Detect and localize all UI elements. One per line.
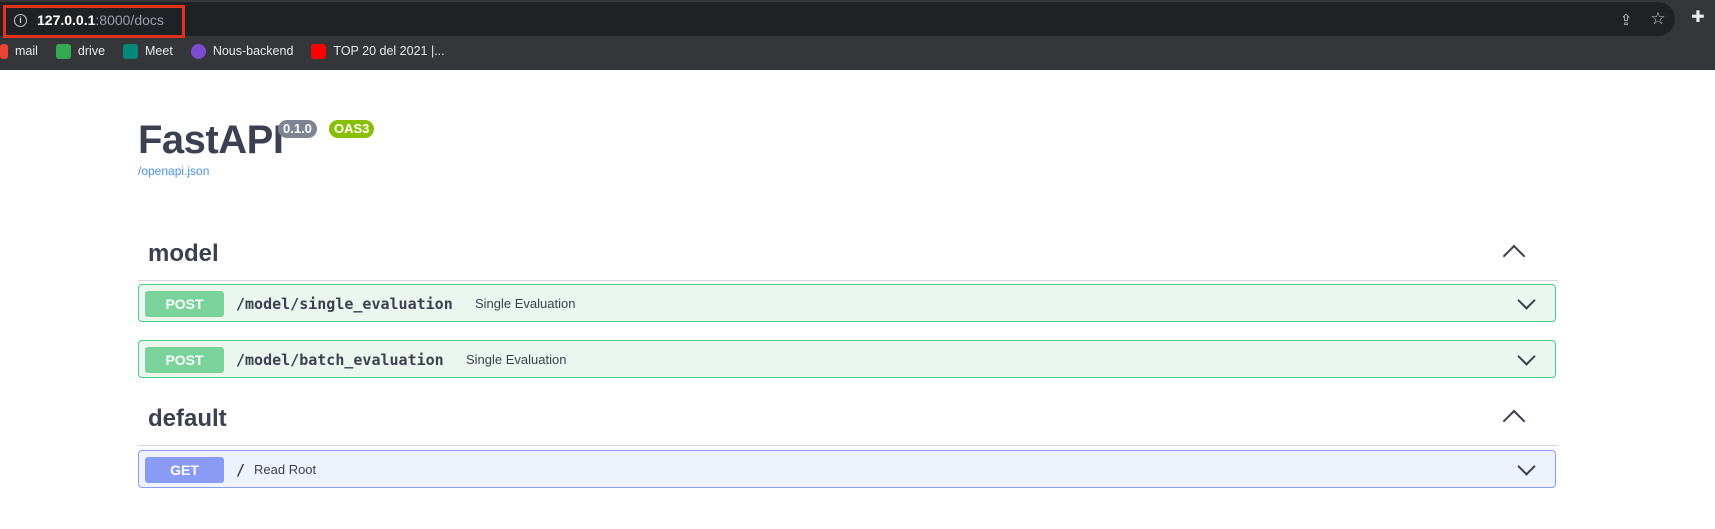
section-model: model POST /model/single_evaluation Sing… (138, 228, 1558, 378)
youtube-icon (311, 43, 327, 59)
operation-path: / (236, 461, 246, 479)
bookmark-label: Meet (145, 44, 173, 58)
operation-get-root[interactable]: GET / Read Root (138, 450, 1556, 488)
api-title: FastAPI (138, 118, 284, 162)
operation-summary: Single Evaluation (466, 352, 567, 367)
meet-icon (123, 43, 139, 59)
operation-path: /model/batch_evaluation (236, 351, 444, 369)
bookmarks-bar: mail drive Meet Nous-backend TOP 20 del … (0, 38, 463, 64)
url-host: 127.0.0.1 (37, 12, 96, 28)
bookmark-label: mail (15, 44, 38, 58)
operation-post-single-evaluation[interactable]: POST /model/single_evaluation Single Eva… (138, 284, 1556, 322)
url-text[interactable]: 127.0.0.1:8000/docs (37, 12, 164, 28)
chevron-up-icon[interactable] (1502, 244, 1526, 268)
bookmark-nous-backend[interactable]: Nous-backend (190, 43, 294, 59)
info-icon[interactable]: i (14, 14, 27, 27)
version-badge: 0.1.0 (278, 120, 317, 138)
operation-summary: Single Evaluation (475, 296, 576, 311)
address-bar[interactable]: i 127.0.0.1:8000/docs ⇪ ☆ (0, 2, 1675, 38)
bookmark-label: TOP 20 del 2021 |... (333, 44, 445, 58)
bookmark-mail[interactable]: mail (0, 43, 38, 59)
method-badge: GET (145, 457, 224, 483)
oas-badge: OAS3 (329, 120, 375, 138)
bookmark-label: drive (77, 44, 106, 58)
section-title: default (148, 405, 227, 432)
operation-path: /model/single_evaluation (236, 295, 453, 313)
operation-summary: Read Root (254, 462, 317, 477)
section-default: default GET / Read Root (138, 393, 1558, 488)
chevron-down-icon[interactable] (1517, 347, 1536, 366)
url-path: :8000/docs (95, 12, 164, 28)
share-icon[interactable]: ⇪ (1617, 11, 1635, 29)
openapi-json-link[interactable]: /openapi.json (138, 164, 209, 178)
nous-icon (190, 43, 206, 59)
chevron-up-icon[interactable] (1502, 409, 1526, 433)
method-badge: POST (145, 347, 224, 373)
chevron-down-icon[interactable] (1517, 457, 1536, 476)
bookmark-star-icon[interactable]: ☆ (1648, 9, 1668, 29)
extensions-icon[interactable]: ✚ (1688, 7, 1708, 27)
api-header: FastAPI 0.1.0 OAS3 (138, 118, 375, 163)
bookmark-drive[interactable]: drive (55, 43, 106, 59)
operation-post-batch-evaluation[interactable]: POST /model/batch_evaluation Single Eval… (138, 340, 1556, 378)
method-badge: POST (145, 291, 224, 317)
bookmark-meet[interactable]: Meet (123, 43, 173, 59)
bookmark-youtube[interactable]: TOP 20 del 2021 |... (311, 43, 445, 59)
section-title: model (148, 240, 219, 267)
browser-chrome: i 127.0.0.1:8000/docs ⇪ ☆ ✚ mail drive M… (0, 0, 1715, 70)
chevron-down-icon[interactable] (1517, 291, 1536, 310)
section-header-model[interactable]: model (138, 228, 1558, 281)
drive-icon (55, 43, 71, 59)
bookmark-label: Nous-backend (212, 44, 294, 58)
gmail-icon (0, 43, 8, 59)
section-header-default[interactable]: default (138, 393, 1558, 446)
